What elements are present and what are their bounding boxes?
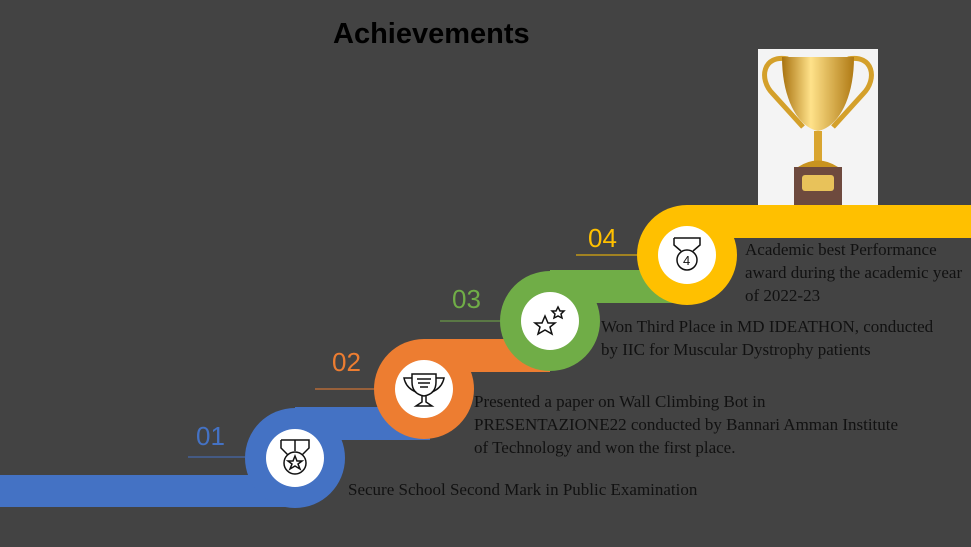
step-1-number: 01 xyxy=(196,421,225,451)
step-1-description: Secure School Second Mark in Public Exam… xyxy=(348,480,698,499)
medal-number-label: 4 xyxy=(683,253,690,268)
step-2-description: Presented a paper on Wall Climbing Bot i… xyxy=(474,392,899,457)
step-3-number: 03 xyxy=(452,284,481,314)
step-3-description: Won Third Place in MD IDEATHON, conducte… xyxy=(601,317,934,359)
step-2-number: 02 xyxy=(332,347,361,377)
step-4-description: Academic best Performance award during t… xyxy=(745,240,963,305)
step-4-number: 04 xyxy=(588,223,617,253)
